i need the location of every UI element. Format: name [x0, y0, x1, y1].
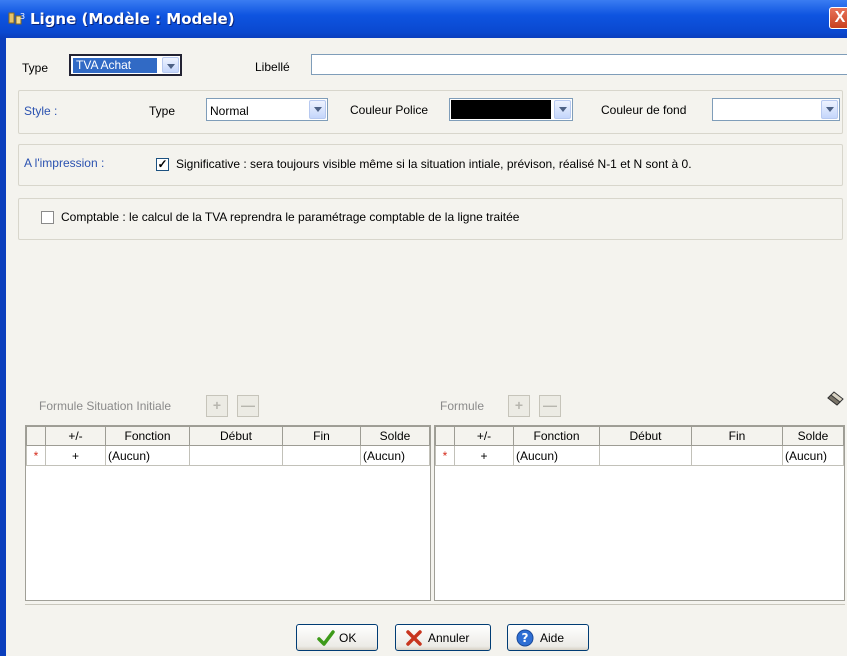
chevron-down-icon[interactable] — [821, 100, 838, 119]
cancel-label: Annuler — [428, 631, 470, 645]
font-color-label: Couleur Police — [350, 103, 429, 117]
window-title: Ligne (Modèle : Modele) — [30, 10, 235, 28]
column-header[interactable]: +/- — [45, 426, 106, 446]
ok-button[interactable]: OK — [296, 624, 378, 651]
style-type-select[interactable]: Normal — [206, 98, 328, 121]
title-bar[interactable]: 3 Ligne (Modèle : Modele) X — [0, 0, 847, 38]
formule-initiale-remove-button[interactable]: — — [237, 395, 259, 417]
column-header[interactable]: +/- — [454, 426, 514, 446]
libelle-input[interactable] — [311, 54, 847, 75]
grid-header-row: +/- Fonction Début Fin Solde — [26, 426, 430, 446]
formule-initiale-label: Formule Situation Initiale — [39, 399, 172, 413]
formule-label: Formule — [440, 399, 485, 413]
bg-color-select[interactable] — [712, 98, 840, 121]
comptable-checkbox[interactable] — [41, 211, 54, 224]
help-label: Aide — [540, 631, 565, 645]
print-section-label: A l'impression : — [24, 156, 105, 170]
libelle-label: Libellé — [255, 60, 290, 74]
chevron-down-icon[interactable] — [309, 100, 326, 119]
cell-sign[interactable]: + — [45, 445, 106, 466]
cell-fonction[interactable]: (Aucun) — [513, 445, 600, 466]
formule-initiale-add-button[interactable]: + — [206, 395, 228, 417]
type-label: Type — [22, 61, 49, 75]
cell-solde[interactable]: (Aucun) — [360, 445, 430, 466]
style-section-label: Style : — [24, 104, 58, 118]
cell-debut[interactable] — [599, 445, 692, 466]
column-header[interactable]: Fin — [282, 426, 361, 446]
column-header[interactable]: Solde — [360, 426, 430, 446]
help-icon: ? — [516, 629, 534, 647]
cancel-x-icon — [406, 630, 422, 646]
close-button[interactable]: X — [829, 7, 847, 29]
help-button[interactable]: ? Aide — [507, 624, 589, 651]
style-type-label: Type — [149, 104, 176, 118]
checkmark-icon — [317, 630, 335, 646]
cell-fin[interactable] — [282, 445, 361, 466]
formule-grid[interactable]: +/- Fonction Début Fin Solde * + (Aucun)… — [434, 425, 845, 601]
formule-remove-button[interactable]: — — [539, 395, 561, 417]
comptable-label: Comptable : le calcul de la TVA reprendr… — [61, 210, 520, 224]
dialog-window: 3 Ligne (Modèle : Modele) X Type TVA Ach… — [0, 0, 847, 656]
formule-add-button[interactable]: + — [508, 395, 530, 417]
column-header[interactable]: Début — [189, 426, 283, 446]
line-type-value: TVA Achat — [76, 58, 132, 72]
font-color-swatch — [451, 100, 551, 119]
ok-label: OK — [339, 631, 357, 645]
chevron-down-icon[interactable] — [162, 57, 179, 73]
new-row-marker: * — [26, 445, 46, 466]
bg-color-label: Couleur de fond — [601, 103, 687, 117]
column-header[interactable] — [26, 426, 46, 446]
column-header[interactable]: Début — [599, 426, 692, 446]
significative-checkbox[interactable]: ✓ — [156, 158, 169, 171]
column-header[interactable]: Solde — [782, 426, 844, 446]
cancel-button[interactable]: Annuler — [395, 624, 491, 651]
cell-sign[interactable]: + — [454, 445, 514, 466]
cell-fin[interactable] — [691, 445, 783, 466]
column-header[interactable] — [435, 426, 455, 446]
formule-initiale-grid[interactable]: +/- Fonction Début Fin Solde * + (Aucun)… — [25, 425, 431, 601]
chevron-down-icon[interactable] — [554, 100, 571, 119]
table-row[interactable]: * + (Aucun) (Aucun) — [435, 445, 844, 466]
cell-debut[interactable] — [189, 445, 283, 466]
new-row-marker: * — [435, 445, 455, 466]
bg-color-swatch — [714, 100, 818, 119]
column-header[interactable]: Fin — [691, 426, 783, 446]
line-type-select[interactable]: TVA Achat — [69, 54, 182, 76]
significative-label: Significative : sera toujours visible mê… — [176, 157, 692, 171]
cell-solde[interactable]: (Aucun) — [782, 445, 844, 466]
svg-text:?: ? — [522, 631, 529, 645]
column-header[interactable]: Fonction — [513, 426, 600, 446]
grid-header-row: +/- Fonction Début Fin Solde — [435, 426, 844, 446]
svg-text:3: 3 — [20, 12, 25, 21]
app-icon: 3 — [8, 12, 25, 25]
style-type-value: Normal — [210, 104, 249, 118]
font-color-select[interactable] — [449, 98, 573, 121]
column-header[interactable]: Fonction — [105, 426, 190, 446]
cell-fonction[interactable]: (Aucun) — [105, 445, 190, 466]
table-row[interactable]: * + (Aucun) (Aucun) — [26, 445, 430, 466]
divider — [25, 604, 845, 605]
eraser-icon[interactable] — [826, 389, 846, 407]
